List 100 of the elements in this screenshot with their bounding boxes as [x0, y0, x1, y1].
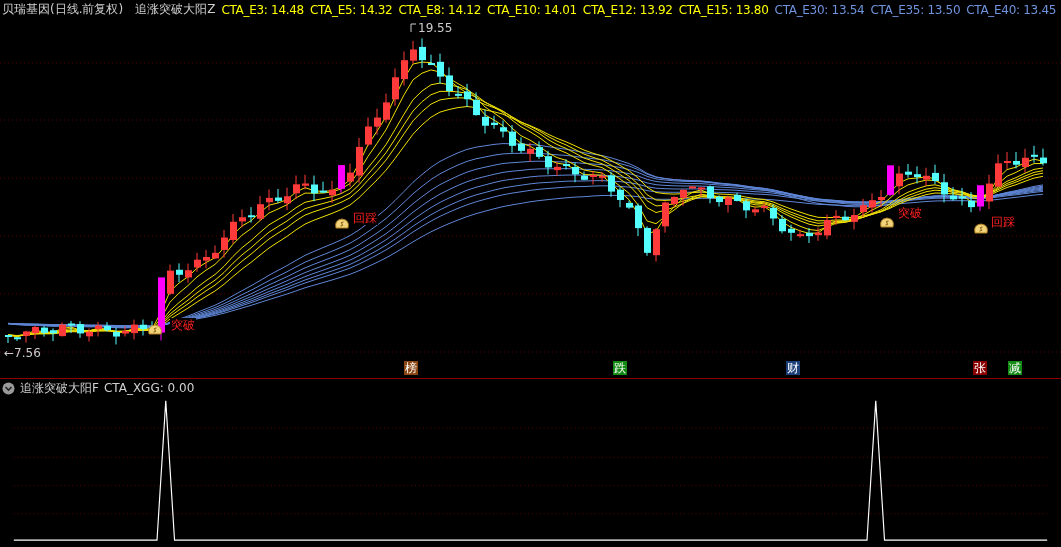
candlestick	[167, 264, 174, 297]
candlestick	[266, 189, 273, 212]
candlestick	[320, 181, 327, 194]
candlestick	[617, 186, 624, 209]
candlestick	[680, 189, 687, 207]
event-tag[interactable]: 财	[786, 361, 800, 376]
candlestick	[563, 159, 570, 171]
candlestick	[14, 336, 21, 342]
candlestick	[635, 203, 642, 238]
candlestick	[329, 180, 336, 204]
candlestick	[1040, 148, 1047, 167]
candlestick	[356, 137, 363, 184]
candlestick	[689, 186, 696, 190]
indicator-name: 追涨突破大阳Z	[135, 1, 216, 19]
candlestick	[644, 226, 651, 257]
candlestick	[347, 163, 354, 188]
indicator-value: CTA_E8: 14.12	[398, 2, 481, 17]
candlestick	[473, 92, 480, 117]
candlestick	[437, 53, 444, 85]
candlestick	[851, 208, 858, 231]
stock-title: 贝瑞基因(日线.前复权)	[2, 1, 124, 19]
candlestick	[185, 263, 192, 284]
indicator-value: CTA_E10: 14.01	[486, 2, 577, 17]
event-tag[interactable]: 榜	[404, 361, 418, 376]
candlestick	[464, 83, 471, 108]
candlestick	[986, 174, 993, 211]
candlestick	[581, 171, 588, 182]
event-tag[interactable]: 张	[973, 361, 987, 376]
candlestick	[59, 322, 66, 338]
candlestick	[392, 68, 399, 107]
candlestick	[446, 67, 453, 98]
candlestick	[95, 321, 102, 338]
candlestick	[122, 326, 129, 338]
candlestick	[734, 192, 741, 203]
indicator-value: CTA_E15: 13.80	[678, 2, 769, 17]
candlestick	[428, 54, 435, 66]
indicator-value: CTA_E5: 14.32	[309, 2, 393, 17]
event-tag[interactable]: 减	[1008, 361, 1022, 376]
candlestick	[878, 189, 885, 209]
candlestick	[383, 93, 390, 124]
candlestick	[869, 193, 876, 214]
candlestick	[518, 137, 525, 154]
candlestick	[653, 227, 660, 263]
indicator-value: CTA_XGG: 0.00	[103, 381, 195, 396]
candlestick	[770, 204, 777, 227]
candlestick	[662, 201, 669, 234]
candlestick	[221, 229, 228, 259]
candlestick	[716, 195, 723, 208]
candlestick	[995, 154, 1002, 189]
candlestick	[896, 166, 903, 196]
dropdown-icon[interactable]	[2, 381, 15, 395]
candlestick	[311, 175, 318, 203]
candlestick	[1004, 152, 1011, 170]
candlestick	[257, 195, 264, 222]
candlestick	[1013, 152, 1020, 170]
indicator-value: CTA_E12: 13.92	[582, 2, 673, 17]
candlestick	[302, 174, 309, 191]
indicator-value: CTA_E3: 14.48	[221, 2, 304, 17]
candlestick	[509, 125, 516, 154]
candlestick	[707, 185, 714, 205]
candlestick	[671, 196, 678, 209]
indicator-value: CTA_E30: 13.54	[774, 2, 865, 17]
candlestick	[887, 165, 894, 198]
candlestick	[914, 166, 921, 185]
candlestick	[698, 186, 705, 198]
candlestick	[545, 150, 552, 176]
candlestick	[68, 320, 75, 334]
candlestick	[482, 109, 489, 135]
candlestick	[752, 206, 759, 218]
candlestick	[32, 325, 39, 340]
candlestick	[536, 141, 543, 160]
signal-label: 突破	[170, 318, 196, 333]
candlestick	[977, 185, 984, 212]
candlestick	[950, 187, 957, 202]
candlestick	[176, 263, 183, 284]
candlestick	[923, 167, 930, 187]
candlestick	[248, 207, 255, 224]
candlestick	[500, 120, 507, 139]
candlestick	[1031, 145, 1038, 164]
candlestick	[1022, 148, 1029, 174]
candlestick	[419, 38, 426, 70]
candlestick	[374, 108, 381, 136]
event-tag[interactable]: 跌	[613, 361, 627, 376]
candlestick	[140, 319, 147, 337]
candlestick	[572, 162, 579, 184]
candlestick	[455, 85, 462, 100]
indicator-value: CTA_E35: 13.50	[870, 2, 961, 17]
candlestick	[41, 326, 48, 338]
candlestick	[779, 215, 786, 235]
candlestick	[842, 210, 849, 222]
candlestick	[833, 210, 840, 227]
candlestick	[401, 51, 408, 87]
candlestick	[590, 171, 597, 186]
candlestick	[806, 228, 813, 244]
candlestick	[104, 322, 111, 333]
candlestick	[194, 252, 201, 273]
candlestick	[284, 187, 291, 212]
indicator-value: CTA_E40: 13.45	[966, 2, 1057, 17]
candlestick	[761, 202, 768, 214]
candlestick	[230, 214, 237, 245]
